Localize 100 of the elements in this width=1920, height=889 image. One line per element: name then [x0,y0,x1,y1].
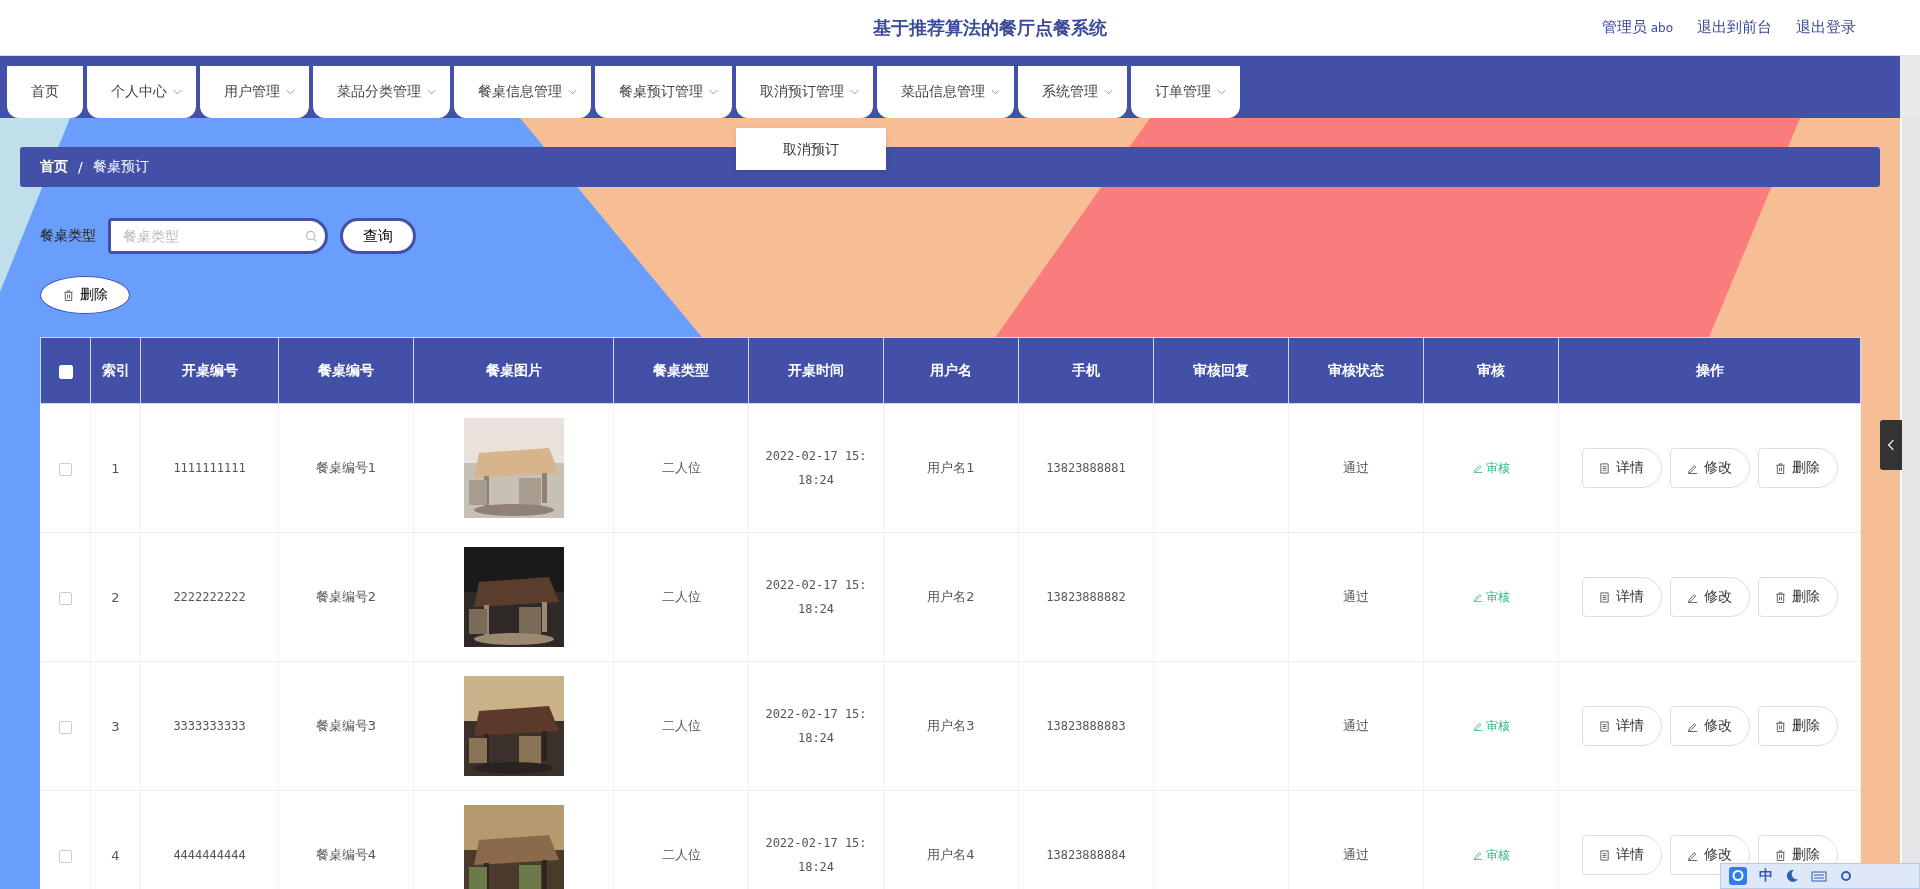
table-cell: 2222222222 [173,590,246,604]
nav-tab[interactable]: 系统管理 [1018,66,1127,118]
column-header: 审核状态 [1288,337,1424,404]
table-cell: 1 [111,460,120,476]
table-cell-text: 2022-02-17 15:18:24 [764,706,868,747]
moon-icon[interactable] [1785,869,1799,883]
caret-icon [991,89,1000,95]
document-icon [1599,462,1610,474]
table-cell: 通过 [1343,847,1369,862]
column-header: 餐桌图片 [413,337,614,404]
column-header: 索引 [90,337,141,404]
edit-button[interactable]: 修改 [1669,835,1750,875]
header-link[interactable]: 退出登录 [1796,18,1856,37]
collapse-tab[interactable] [1880,420,1902,470]
table-cell: 餐桌编号2 [315,589,377,604]
table-cell: 13823888882 [1046,590,1126,604]
caret-icon [568,89,577,95]
delete-button[interactable]: 删除 [1757,706,1838,746]
edit-button[interactable]: 修改 [1669,706,1750,746]
search-field[interactable]: 餐桌类型 [108,218,328,254]
detail-button[interactable]: 详情 [1581,448,1662,488]
table-cell: 二人位 [661,589,701,604]
q-logo-icon [1729,867,1747,885]
caret-icon [427,89,436,95]
table-cell: 通过 [1343,589,1369,604]
column-header: 开桌时间 [748,337,884,404]
checkbox[interactable] [58,849,72,863]
detail-button[interactable]: 详情 [1581,577,1662,617]
breadcrumb-item: 餐桌预订 [92,158,149,176]
column-header: 审核 [1423,337,1559,404]
admin-user: 管理员 abo [1601,18,1673,37]
table-cell: 用户名1 [927,460,975,475]
nav-tab[interactable]: 菜品分类管理 [313,66,450,118]
column-header: 开桌编号 [140,337,279,404]
edit-button[interactable]: 修改 [1669,448,1750,488]
detail-button[interactable]: 详情 [1581,835,1662,875]
menu-item[interactable]: 取消预订 [736,138,886,160]
header-link[interactable]: 退出到前台 [1697,18,1772,37]
checkbox[interactable] [58,720,72,734]
checkbox[interactable] [58,462,72,476]
search-button[interactable]: 查询 [340,218,416,254]
table-cell-text: 2022-02-17 15:18:24 [764,448,868,489]
table-cell: 1111111111 [173,461,246,475]
nav-tab[interactable]: 首页 [7,66,83,118]
trash-icon [1775,462,1786,474]
table-cell: 餐桌编号4 [315,847,377,862]
table-cell: 4 [111,847,120,863]
detail-button[interactable]: 详情 [1581,706,1662,746]
field-label: 餐桌类型 [40,227,96,245]
delete-button[interactable]: 删除 [1757,448,1838,488]
nav-tab[interactable]: 用户管理 [200,66,309,118]
table-cell-text: 2022-02-17 15:18:24 [764,835,868,876]
keyboard-icon[interactable] [1811,870,1827,882]
app-title: 基于推荐算法的餐厅点餐系统 [872,15,1108,40]
nav-tab[interactable]: 餐桌预订管理 [595,66,732,118]
pencil-icon [1472,592,1483,602]
trash-icon [62,289,74,301]
column-header: 用户名 [883,337,1019,404]
table-cell: 13823888881 [1046,461,1126,475]
pencil-icon [1472,721,1483,731]
table-cell-text: 2022-02-17 15:18:24 [764,577,868,618]
pencil-icon [1472,850,1483,860]
table-cell: 3 [111,718,120,734]
table-cell: 二人位 [661,718,701,733]
table-cell: 用户名4 [927,847,975,862]
nav-tab[interactable]: 取消预订管理 [736,66,873,118]
nav-tab[interactable]: 订单管理 [1131,66,1240,118]
column-header: 手机 [1018,337,1154,404]
table-cell: 通过 [1343,718,1369,733]
table-cell: 餐桌编号1 [315,460,377,475]
document-icon [1599,849,1610,861]
table-cell: 餐桌编号3 [315,718,377,733]
trash-icon [1775,591,1786,603]
table-cell: 通过 [1343,460,1369,475]
checkbox[interactable] [58,591,72,605]
nav-tab[interactable]: 个人中心 [87,66,196,118]
caret-icon [286,89,295,95]
nav-tab[interactable]: 餐桌信息管理 [454,66,591,118]
trash-icon [1775,720,1786,732]
caret-icon [850,89,859,95]
column-header: 审核回复 [1153,337,1289,404]
caret-icon [1104,89,1113,95]
table-cell: 13823888884 [1046,848,1126,862]
pencil-icon [1472,463,1483,473]
table-cell: 用户名2 [927,589,975,604]
delete-button[interactable]: 删除 [1757,577,1838,617]
edit-button[interactable]: 修改 [1669,577,1750,617]
caret-icon [1217,89,1226,95]
trash-icon [1775,849,1786,861]
scrollbar[interactable] [1902,55,1920,863]
column-header: 餐桌编号 [278,337,414,404]
pencil-icon [1687,849,1698,861]
pencil-icon [1687,720,1698,732]
breadcrumb-item[interactable]: 首页 [40,158,68,176]
table-cell: 用户名3 [927,718,975,733]
search-icon [305,230,318,243]
document-icon [1599,720,1610,732]
pencil-icon [1687,462,1698,474]
nav-tab[interactable]: 菜品信息管理 [877,66,1014,118]
pencil-icon [1687,591,1698,603]
